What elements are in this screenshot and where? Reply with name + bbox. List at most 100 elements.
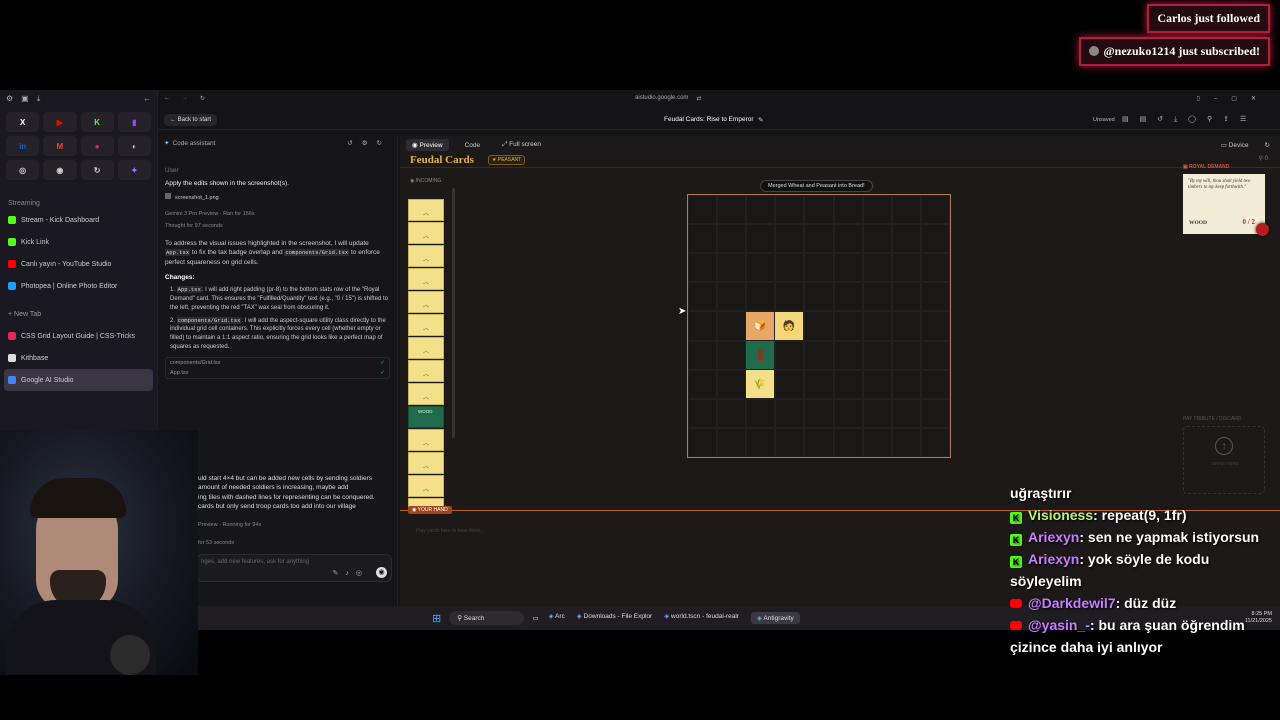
app-icon[interactable]: ↻ <box>80 160 114 180</box>
forward-arrow-icon[interactable]: → <box>182 95 188 101</box>
grid-cell[interactable] <box>833 398 863 428</box>
grid-cell[interactable] <box>717 340 747 370</box>
grid-cell[interactable] <box>804 195 834 225</box>
task-view-icon[interactable]: ▭ <box>532 614 538 622</box>
app-icon[interactable]: ● <box>80 136 114 156</box>
linkedin-icon[interactable]: in <box>6 136 40 156</box>
attachment[interactable]: screenshot_1.png <box>158 191 397 205</box>
taskbar-app[interactable]: ◈ world.tscn - feudal-realr <box>664 612 739 624</box>
grid-cell[interactable] <box>891 369 921 399</box>
tab-preview[interactable]: ◉ Preview <box>406 139 449 151</box>
grid-tile-wheat[interactable]: 🌾 <box>746 370 774 398</box>
grid-cell[interactable] <box>775 253 805 283</box>
grid-cell[interactable] <box>717 311 747 341</box>
deck-card[interactable]: ⌒ <box>408 475 444 497</box>
deck-card[interactable]: ⌒ <box>408 199 444 221</box>
file-row[interactable]: components/Grid.tsx ✓ <box>166 358 389 368</box>
deck-card[interactable]: ⌒ <box>408 268 444 290</box>
scrollbar[interactable] <box>452 188 455 438</box>
grid-cell[interactable] <box>920 398 950 428</box>
deck-card[interactable]: ⌒ <box>408 360 444 382</box>
windows-start-icon[interactable]: ⊞ <box>432 612 441 625</box>
grid-cell[interactable] <box>775 340 805 370</box>
grid-cell[interactable] <box>746 253 776 283</box>
thought-toggle[interactable]: Thought for 97 seconds <box>158 221 397 233</box>
grid-cell[interactable] <box>862 224 892 254</box>
grid-cell[interactable] <box>688 398 718 428</box>
deck-card[interactable]: ⌒ <box>408 337 444 359</box>
sidebar-tab[interactable]: Stream - Kick Dashboard <box>0 209 157 231</box>
panel-icon[interactable]: ▣ <box>21 94 29 104</box>
grid-cell[interactable] <box>920 195 950 225</box>
grid-cell[interactable] <box>804 369 834 399</box>
deck-card[interactable]: ⌒ <box>408 314 444 336</box>
history-icon[interactable]: ↺⚙↻ <box>347 139 391 147</box>
grid-cell[interactable] <box>688 282 718 312</box>
deck-card[interactable]: ⌒ <box>408 245 444 267</box>
prompt-input[interactable]: nges, add new features, ask for anything… <box>196 554 392 582</box>
x-icon[interactable]: X <box>6 112 40 132</box>
deck-card[interactable]: ⌒ <box>408 452 444 474</box>
grid-tile-wood[interactable] <box>746 341 774 369</box>
kick-icon[interactable]: K <box>80 112 114 132</box>
grid-cell[interactable] <box>891 398 921 428</box>
grid-cell[interactable] <box>688 340 718 370</box>
project-title[interactable]: Feudal Cards: Rise to Emperor <box>664 116 754 123</box>
deck-card[interactable]: ⌒ <box>408 429 444 451</box>
grid-cell[interactable] <box>717 282 747 312</box>
grid-cell[interactable] <box>688 311 718 341</box>
grid-cell[interactable] <box>746 282 776 312</box>
grid-cell[interactable] <box>804 398 834 428</box>
reload-icon[interactable]: ↻ <box>200 95 205 102</box>
grid-cell[interactable] <box>833 282 863 312</box>
tab-fullscreen[interactable]: ⤢ Full screen <box>496 139 547 151</box>
sidebar-tab[interactable]: Photopea | Online Photo Editor <box>0 275 157 297</box>
thought-toggle-2[interactable]: for 53 seconds <box>198 540 234 546</box>
deck-card[interactable]: ⌒ <box>408 291 444 313</box>
grid-cell[interactable] <box>775 282 805 312</box>
app-icon[interactable]: ◐ <box>117 136 151 156</box>
gemini-icon[interactable]: ✦ <box>117 160 151 180</box>
grid-cell[interactable] <box>717 253 747 283</box>
grid-cell[interactable] <box>891 224 921 254</box>
grid-cell[interactable] <box>833 369 863 399</box>
deck-card-wood[interactable]: WOOD <box>408 406 444 428</box>
grid-cell[interactable] <box>717 427 747 457</box>
grid-cell[interactable] <box>833 224 863 254</box>
deck-card[interactable]: ⌒ <box>408 222 444 244</box>
grid-tile-bread[interactable]: 🍞 <box>746 312 774 340</box>
grid-cell[interactable] <box>688 427 718 457</box>
grid-cell[interactable] <box>833 195 863 225</box>
grid-cell[interactable] <box>920 427 950 457</box>
grid-cell[interactable] <box>891 282 921 312</box>
grid-cell[interactable] <box>746 224 776 254</box>
grid-cell[interactable] <box>920 311 950 341</box>
twitch-icon[interactable]: ▮ <box>117 112 151 132</box>
grid-cell[interactable] <box>775 398 805 428</box>
grid-cell[interactable] <box>804 340 834 370</box>
grid-cell[interactable] <box>862 398 892 428</box>
grid-cell[interactable] <box>775 369 805 399</box>
taskbar-app[interactable]: ◈ Arc <box>549 612 565 624</box>
sidebar-tab[interactable]: Kick Link <box>0 231 157 253</box>
gmail-icon[interactable]: M <box>43 136 77 156</box>
grid-cell[interactable] <box>746 195 776 225</box>
header-toolbar-icons[interactable]: ▤▤↺⤓◯⚲⇪☰ <box>1122 115 1257 124</box>
device-button[interactable]: ▭ Device <box>1215 139 1255 151</box>
grid-cell[interactable] <box>920 224 950 254</box>
grid-cell[interactable] <box>833 311 863 341</box>
deck-card[interactable]: ⌒ <box>408 383 444 405</box>
grid-cell[interactable] <box>920 253 950 283</box>
grid-cell[interactable] <box>862 311 892 341</box>
app-icon[interactable]: ◉ <box>43 160 77 180</box>
share-icon[interactable]: ⇄ <box>696 95 701 102</box>
grid-cell[interactable] <box>804 253 834 283</box>
grid-cell[interactable] <box>920 282 950 312</box>
send-button[interactable]: ◉ <box>376 567 387 578</box>
grid-cell[interactable] <box>717 398 747 428</box>
grid-cell[interactable] <box>920 369 950 399</box>
taskbar-app[interactable]: ◈ Downloads - File Explor <box>577 612 652 624</box>
grid-cell[interactable] <box>862 253 892 283</box>
grid-cell[interactable] <box>717 369 747 399</box>
grid-cell[interactable] <box>891 253 921 283</box>
